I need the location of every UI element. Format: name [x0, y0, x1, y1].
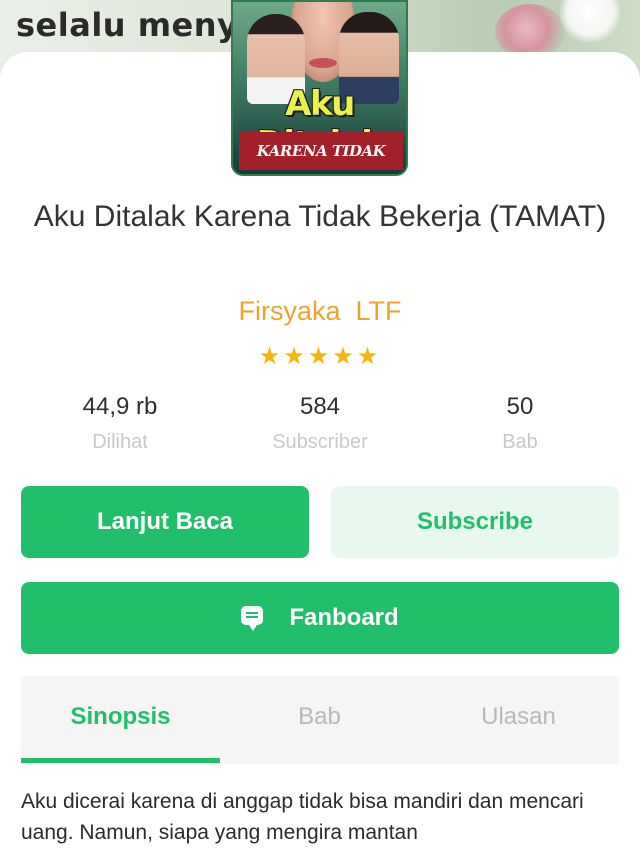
heart-decoration — [560, 0, 620, 42]
chat-bubble-icon — [241, 606, 264, 632]
cover-title-sub: KARENA TIDAK BEKERJA — [239, 132, 403, 170]
tab-sinopsis[interactable]: Sinopsis — [21, 676, 220, 764]
detail-tabs: Sinopsis Bab Ulasan — [21, 676, 619, 764]
stat-chapters-value: 50 — [506, 393, 534, 420]
stat-views: 44,9 rb Dilihat — [20, 392, 220, 462]
banner-text: selalu menyd — [16, 6, 262, 44]
stat-chapters: 50 Bab — [420, 392, 620, 462]
subscribe-button[interactable]: Subscribe — [331, 486, 619, 558]
author-name[interactable]: Firsyaka LTF — [0, 296, 640, 327]
stat-subscribers: 584 Subscriber — [220, 392, 420, 462]
tab-ulasan[interactable]: Ulasan — [419, 676, 618, 764]
stat-views-label: Dilihat — [92, 431, 148, 453]
rose-decoration — [495, 4, 565, 59]
book-title: Aku Ditalak Karena Tidak Bekerja (TAMAT) — [33, 200, 607, 233]
rating-stars: ★★★★★ — [258, 343, 382, 370]
synopsis-text: Aku dicerai karena di anggap tidak bisa … — [21, 790, 584, 844]
stat-subscribers-value: 584 — [299, 393, 341, 420]
stat-views-value: 44,9 rb — [82, 393, 158, 420]
book-cover-image: Aku Ditalak KARENA TIDAK BEKERJA — [231, 0, 408, 176]
stat-subscribers-label: Subscriber — [272, 431, 368, 453]
fanboard-label: Fanboard — [289, 604, 399, 631]
stat-chapters-label: Bab — [502, 431, 538, 453]
active-tab-indicator — [21, 758, 220, 763]
tab-bab[interactable]: Bab — [220, 676, 419, 764]
cover-lips — [309, 58, 337, 68]
book-stats: 44,9 rb Dilihat 584 Subscriber 50 Bab — [20, 392, 620, 462]
fanboard-button[interactable]: Fanboard — [21, 582, 619, 654]
continue-reading-button[interactable]: Lanjut Baca — [21, 486, 309, 558]
